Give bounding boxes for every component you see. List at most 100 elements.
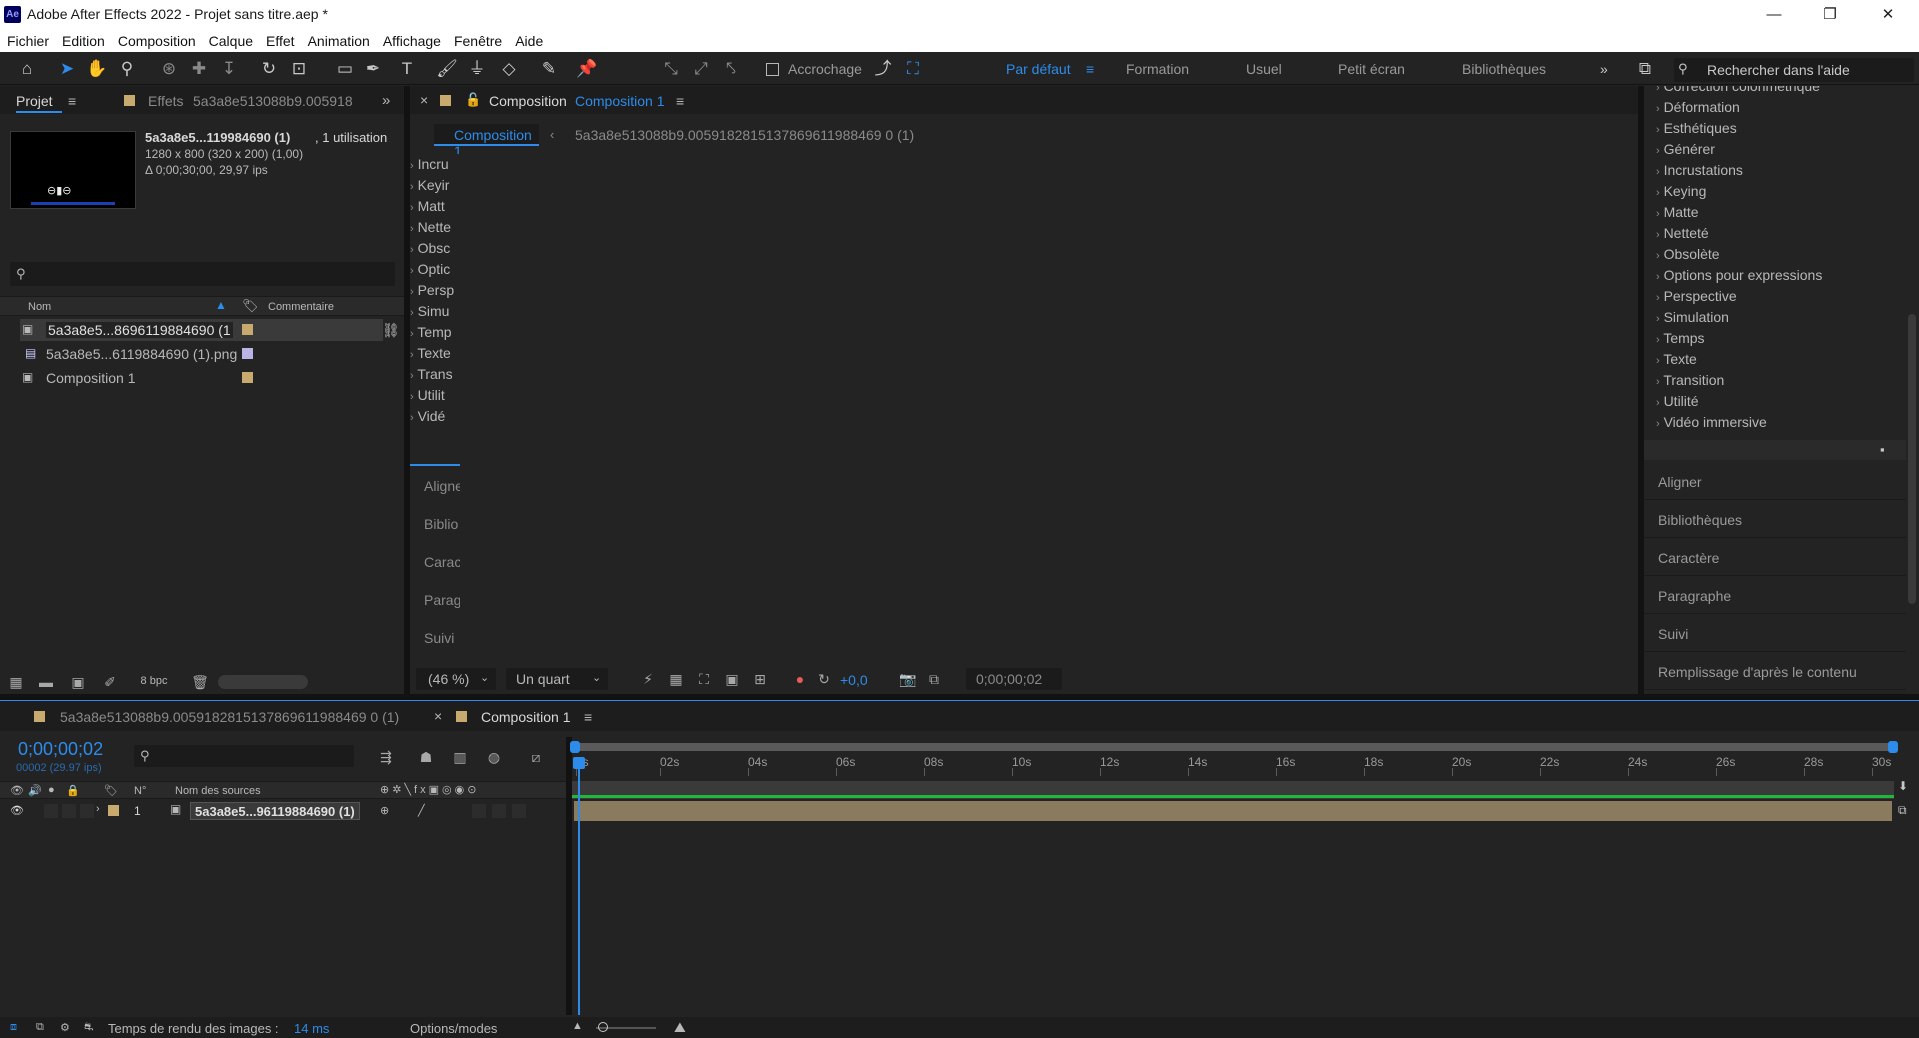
show-snapshot-icon[interactable]: ⧉ [924,669,944,689]
tab-suivi[interactable]: Suivi [1644,616,1906,652]
label-swatch[interactable] [242,324,253,335]
hand-tool-icon[interactable]: ✋ [86,58,108,80]
breadcrumb-next[interactable]: 5a3a8e513088b9.0059182815137869611988469… [575,127,914,143]
chevron-right-icon[interactable]: › [96,803,100,815]
project-item-row[interactable]: ▣ Composition 1 [20,367,383,389]
pan-behind-tool-icon[interactable]: ⊡ [288,58,310,80]
tab-caractere[interactable]: Caractère [1644,540,1906,576]
truncated-effect[interactable]: › Utilit [410,387,445,408]
eraser-tool-icon[interactable]: ◇ [498,58,520,80]
layer-name[interactable]: 5a3a8e5...96119884690 (1) [190,802,360,820]
puppet-pin-icon[interactable]: 📌 [576,58,598,80]
tab-projet[interactable]: Projet [16,93,53,109]
effect-category-item[interactable]: › Transition [1656,372,1724,393]
selection-tool-icon[interactable]: ➤ [56,58,78,80]
panel-menu-icon[interactable]: ≡ [676,93,684,109]
tab-remplissage[interactable]: Remplissage d'après le contenu [1644,654,1906,690]
pen-tool-icon[interactable]: ✒ [362,58,384,80]
layer-duration-bar[interactable] [574,801,1892,821]
workspace-menu-icon[interactable]: ≡ [1086,61,1094,77]
effect-category-item[interactable]: › Utilité [1656,393,1699,414]
truncated-effect[interactable]: › Obsc [410,240,450,261]
workspace-overflow-icon[interactable]: » [1600,61,1608,77]
effect-category-item[interactable]: › Générer [1656,141,1715,162]
timeline-search-input[interactable]: ⚲ [134,745,354,767]
menu-fenetre[interactable]: Fenêtre [454,33,502,49]
sync-settings-icon[interactable]: ⧉ [1634,58,1656,80]
thumbnail-slider[interactable] [218,675,308,689]
truncated-tab-suivi[interactable]: Suivi [424,630,454,646]
project-search-input[interactable]: ⚲ [10,262,395,286]
in-out-panes-icon[interactable]: ⚙ [60,1021,70,1034]
time-graph[interactable]: 0s 02s 04s 06s 08s 10s 12s 14s 16s 18s 2… [570,737,1898,1015]
layer-switches-icon[interactable]: ⧈ [10,1021,17,1034]
switch-toggle[interactable] [492,804,506,818]
effect-category-item[interactable]: › Vidéo immersive [1656,414,1767,435]
truncated-effect[interactable]: › Keyir [410,177,449,198]
truncated-tab-aligner[interactable]: Aligne [424,478,460,494]
truncated-effect[interactable]: › Simu [410,303,449,324]
zoom-out-icon[interactable]: ▲ [572,1020,583,1032]
timeline-zoom-thumb[interactable] [598,1022,608,1032]
effect-category-item[interactable]: › Keying [1656,183,1706,204]
exposure-value[interactable]: +0,0 [840,672,868,688]
workspace-formation[interactable]: Formation [1126,61,1189,77]
lock-icon[interactable]: 🔓 [465,92,481,108]
roto-brush-icon[interactable]: ✎ [538,58,560,80]
close-tab-icon[interactable]: × [420,92,428,108]
menu-fichier[interactable]: Fichier [7,33,49,49]
menu-composition[interactable]: Composition [118,33,196,49]
lock-column-icon[interactable]: 🔒 [66,784,80,797]
truncated-effect[interactable]: › Trans [410,366,453,387]
close-tab-icon[interactable]: × [434,708,442,724]
menu-edition[interactable]: Edition [62,33,105,49]
panel-menu-icon[interactable]: ≡ [584,709,592,725]
effect-category-item[interactable]: › Simulation [1656,309,1729,330]
dolly-camera-icon[interactable]: ↧ [218,58,240,80]
menu-aide[interactable]: Aide [515,33,543,49]
layer-row[interactable]: 👁 › 1 ▣ 5a3a8e5...96119884690 (1) ⊕ ╱ [0,801,566,821]
mask-visibility-icon[interactable]: ⛶ [694,669,714,689]
effect-category-item[interactable]: › Perspective [1656,288,1737,309]
column-source-name[interactable]: Nom des sources [175,785,261,797]
visibility-column-icon[interactable]: 👁 [10,784,24,797]
project-item-row[interactable]: ▣ 5a3a8e5...8696119884690 (1 [20,319,383,341]
eye-icon[interactable]: 👁 [10,804,24,817]
composition-viewer[interactable] [410,154,1638,654]
shy-layers-icon[interactable]: ☗ [416,747,436,767]
tab-aligner[interactable]: Aligner [1644,464,1906,500]
comp-marker-bin-icon[interactable]: ⧉ [1898,803,1907,818]
resolution-dropdown[interactable]: Un quart ⌄ [506,668,608,690]
truncated-effect[interactable]: › Temp [410,324,452,345]
current-time-field[interactable]: 0;00;00;02 [966,668,1062,690]
truncated-effect[interactable]: › Texte [410,345,451,366]
adjust-settings-icon[interactable]: ✐ [100,672,120,692]
clone-stamp-icon[interactable]: ⏚ [466,58,488,80]
effect-category-item[interactable]: › Correction colorimétrique [1656,86,1820,99]
effect-category-item[interactable]: › Déformation [1656,99,1740,120]
effect-category-item[interactable]: › Netteté [1656,225,1709,246]
render-time-icon[interactable]: ⛐ [84,1021,94,1035]
audio-column-icon[interactable]: 🔊 [28,784,42,797]
snap-feature-icon[interactable]: ⛶ [902,58,924,80]
lock-toggle[interactable] [80,804,94,818]
new-preset-icon[interactable]: ▪ [1880,442,1885,457]
time-ruler[interactable]: 0s 02s 04s 06s 08s 10s 12s 14s 16s 18s 2… [572,755,1894,779]
rectangle-tool-icon[interactable]: ▭ [334,58,356,80]
truncated-effect[interactable]: › Incru [410,156,449,177]
workspace-par-defaut[interactable]: Par défaut [1006,61,1071,77]
playhead-line[interactable] [578,759,580,1015]
brush-tool-icon[interactable]: 🖌 [436,58,458,80]
truncated-effect[interactable]: › Vidé [410,408,445,429]
trash-icon[interactable]: 🗑 [190,672,210,692]
channel-icon[interactable]: ● [790,669,810,689]
breadcrumb-active[interactable]: Composition 1 [434,124,539,159]
transparency-grid-icon[interactable]: ▦ [666,669,686,689]
tab-composition-name[interactable]: Composition 1 [575,93,665,109]
pan-camera-icon[interactable]: ✚ [188,58,210,80]
quality-switch-icon[interactable]: ╱ [418,804,425,817]
effect-category-item[interactable]: › Temps [1656,330,1705,351]
audio-toggle[interactable] [44,804,58,818]
work-area-start-handle[interactable] [570,741,580,753]
composition-mini-flowchart-icon[interactable]: ⇶ [376,747,396,767]
